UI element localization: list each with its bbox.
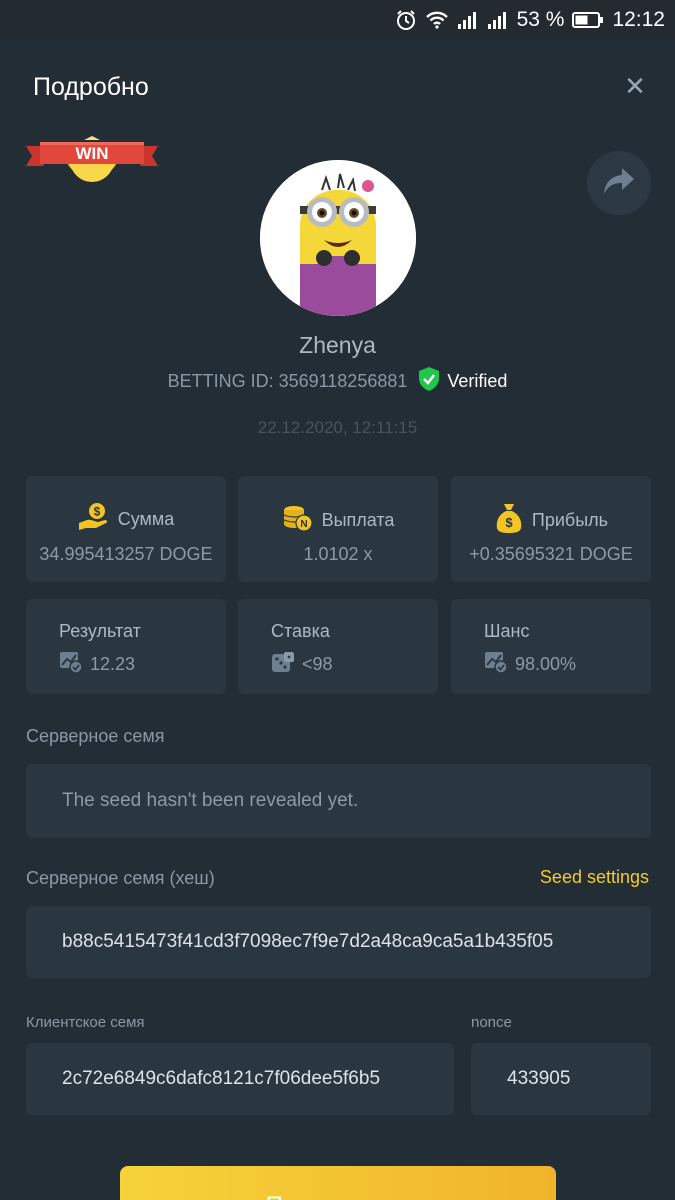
shield-check-icon	[417, 366, 441, 397]
stat-label: Прибыль	[531, 510, 609, 530]
verified-badge: Verified	[417, 366, 507, 397]
svg-text:$: $	[93, 505, 100, 519]
client-seed-label: Клиентское семя	[26, 1014, 145, 1031]
stat-label: Результат	[59, 621, 141, 641]
confirm-button[interactable]: Подтвердить	[120, 1166, 556, 1200]
share-icon	[602, 166, 636, 201]
stat-value: <98	[302, 654, 333, 674]
svg-text:N: N	[300, 519, 307, 530]
confirm-button-label: Подтвердить	[266, 1192, 411, 1200]
server-seed-label: Серверное семя	[26, 726, 165, 746]
status-bar: 53 % 12:12	[0, 0, 675, 40]
server-seed-hash-value: b88c5415473f41cd3f7098ec7f9e7d2a48ca9ca5…	[62, 931, 554, 952]
stat-value: +0.35695321 DOGE	[469, 544, 633, 564]
chart-check-icon	[484, 651, 508, 678]
stat-value: 34.995413257 DOGE	[39, 544, 213, 564]
client-seed-value: 2c72e6849c6dafc8121c7f06dee5f6b5	[62, 1068, 381, 1089]
server-seed-hash-field[interactable]: b88c5415473f41cd3f7098ec7f9e7d2a48ca9ca5…	[26, 906, 651, 978]
stat-value: 12.23	[90, 654, 136, 674]
stat-card-profit: $ Прибыль +0.35695321 DOGE	[451, 476, 651, 582]
page-title: Подробно	[33, 73, 149, 101]
svg-text:$: $	[505, 515, 513, 530]
signal-icon	[457, 10, 479, 30]
wifi-icon	[425, 10, 449, 30]
clock: 12:12	[612, 8, 665, 31]
betting-id: BETTING ID: 3569118256881	[167, 371, 408, 391]
win-badge-text: WIN	[75, 144, 108, 163]
server-seed-field[interactable]: The seed hasn't been revealed yet.	[26, 764, 651, 838]
verified-label: Verified	[447, 371, 508, 391]
username: Zhenya	[299, 332, 376, 358]
dice-icon	[271, 651, 295, 678]
stat-card-bet: Ставка <98	[238, 599, 438, 694]
seed-settings-link[interactable]: Seed settings	[540, 867, 649, 888]
bet-details-sheet: Подробно ✕ WIN Zhenya BETTING ID: 356911…	[0, 40, 675, 1200]
money-hand-icon: $	[78, 502, 110, 537]
nonce-value: 433905	[507, 1068, 571, 1089]
nonce-field[interactable]: 433905	[471, 1043, 651, 1115]
stat-card-payout: N Выплата 1.0102 x	[238, 476, 438, 582]
close-icon[interactable]: ✕	[623, 73, 647, 99]
battery-percent: 53 %	[516, 8, 565, 31]
alarm-icon	[395, 9, 417, 31]
signal-icon	[487, 10, 509, 30]
stat-label: Сумма	[117, 509, 175, 529]
chart-check-icon	[59, 651, 83, 678]
bet-datetime: 22.12.2020, 12:11:15	[257, 418, 418, 437]
money-bag-icon: $	[494, 502, 524, 539]
stat-card-amount: $ Сумма 34.995413257 DOGE	[26, 476, 226, 582]
coins-icon: N	[282, 502, 314, 539]
betting-id-row: BETTING ID: 3569118256881 Verified	[0, 366, 675, 397]
stat-label: Выплата	[321, 510, 395, 530]
nonce-label: nonce	[471, 1014, 512, 1031]
stat-label: Шанс	[484, 621, 530, 641]
stat-value: 1.0102 x	[303, 544, 373, 564]
stat-card-chance: Шанс 98.00%	[451, 599, 651, 694]
server-seed-hash-label: Серверное семя (хеш)	[26, 868, 215, 888]
avatar	[260, 160, 416, 316]
battery-icon	[572, 11, 604, 29]
server-seed-value: The seed hasn't been revealed yet.	[62, 790, 359, 811]
stat-card-result: Результат 12.23	[26, 599, 226, 694]
stat-label: Ставка	[271, 621, 330, 641]
client-seed-field[interactable]: 2c72e6849c6dafc8121c7f06dee5f6b5	[26, 1043, 454, 1115]
win-badge: WIN	[26, 136, 158, 188]
stat-value: 98.00%	[515, 654, 577, 674]
share-button[interactable]	[587, 151, 651, 215]
